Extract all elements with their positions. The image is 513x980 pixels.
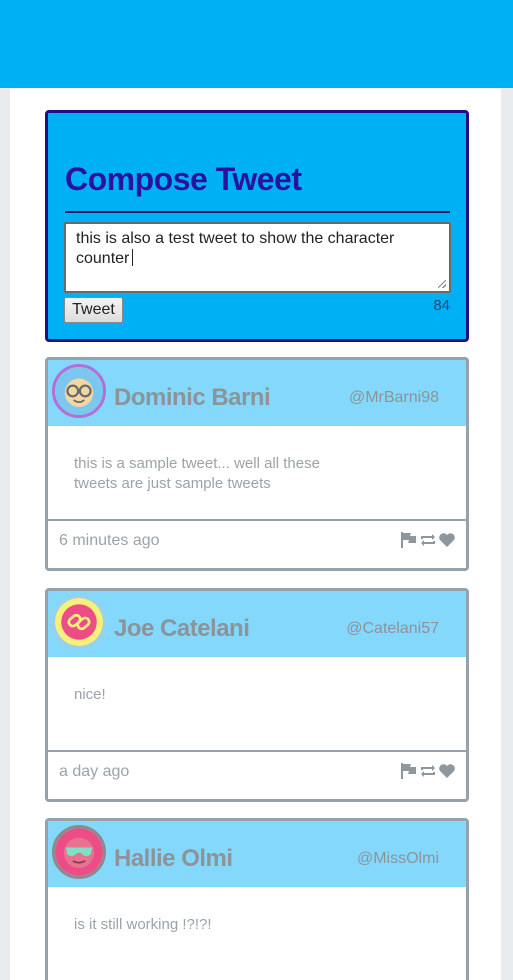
author-handle[interactable]: @Catelani57 (346, 620, 439, 638)
tweet-card-header: Hallie Olmi @MissOlmi (48, 821, 466, 887)
heart-icon[interactable] (438, 531, 456, 549)
author-name[interactable]: Joe Catelani (114, 615, 250, 643)
heart-icon[interactable] (438, 762, 456, 780)
tweet-card-header: Joe Catelani @Catelani57 (48, 591, 466, 657)
tweet-textarea[interactable]: this is also a test tweet to show the ch… (64, 222, 451, 293)
retweet-icon[interactable] (419, 531, 437, 549)
tweet-text: this is a sample tweet... well all these… (74, 455, 320, 492)
avatar[interactable] (52, 825, 106, 879)
tweet-textarea-value: this is also a test tweet to show the ch… (76, 230, 395, 267)
tweet-timestamp: a day ago (59, 763, 130, 780)
resize-grip-icon[interactable] (438, 280, 446, 288)
tweet-actions (400, 531, 456, 549)
compose-tweet-panel: Compose Tweet this is also a test tweet … (45, 110, 469, 342)
avatar-glasses-face-icon (55, 367, 103, 415)
tweet-card: Hallie Olmi @MissOlmi is it still workin… (45, 818, 469, 980)
tweet-card: Dominic Barni @MrBarni98 this is a sampl… (45, 357, 469, 571)
compose-title: Compose Tweet (65, 161, 302, 197)
avatar[interactable] (52, 364, 106, 418)
flag-icon[interactable] (400, 762, 418, 780)
tweet-button[interactable]: Tweet (64, 297, 123, 323)
avatar[interactable] (52, 595, 106, 649)
flag-icon[interactable] (400, 531, 418, 549)
tweet-footer: 6 minutes ago (48, 519, 466, 568)
avatar-chain-link-icon (55, 598, 103, 646)
retweet-icon[interactable] (419, 762, 437, 780)
tweet-card-header: Dominic Barni @MrBarni98 (48, 360, 466, 426)
divider (65, 211, 450, 213)
author-handle[interactable]: @MissOlmi (357, 850, 439, 868)
tweet-timestamp: 6 minutes ago (59, 532, 160, 549)
author-handle[interactable]: @MrBarni98 (349, 389, 439, 407)
character-counter: 84 (433, 297, 450, 314)
author-name[interactable]: Dominic Barni (114, 384, 271, 412)
top-header-bar (0, 0, 513, 88)
tweet-card: Joe Catelani @Catelani57 nice! a day ago (45, 588, 469, 802)
avatar-sunglasses-face-icon (55, 828, 103, 876)
text-caret (132, 249, 134, 266)
tweet-text: nice! (74, 686, 106, 703)
tweet-text: is it still working !?!?! (74, 916, 212, 933)
tweet-actions (400, 762, 456, 780)
tweet-footer: a day ago (48, 750, 466, 799)
author-name[interactable]: Hallie Olmi (114, 845, 233, 873)
